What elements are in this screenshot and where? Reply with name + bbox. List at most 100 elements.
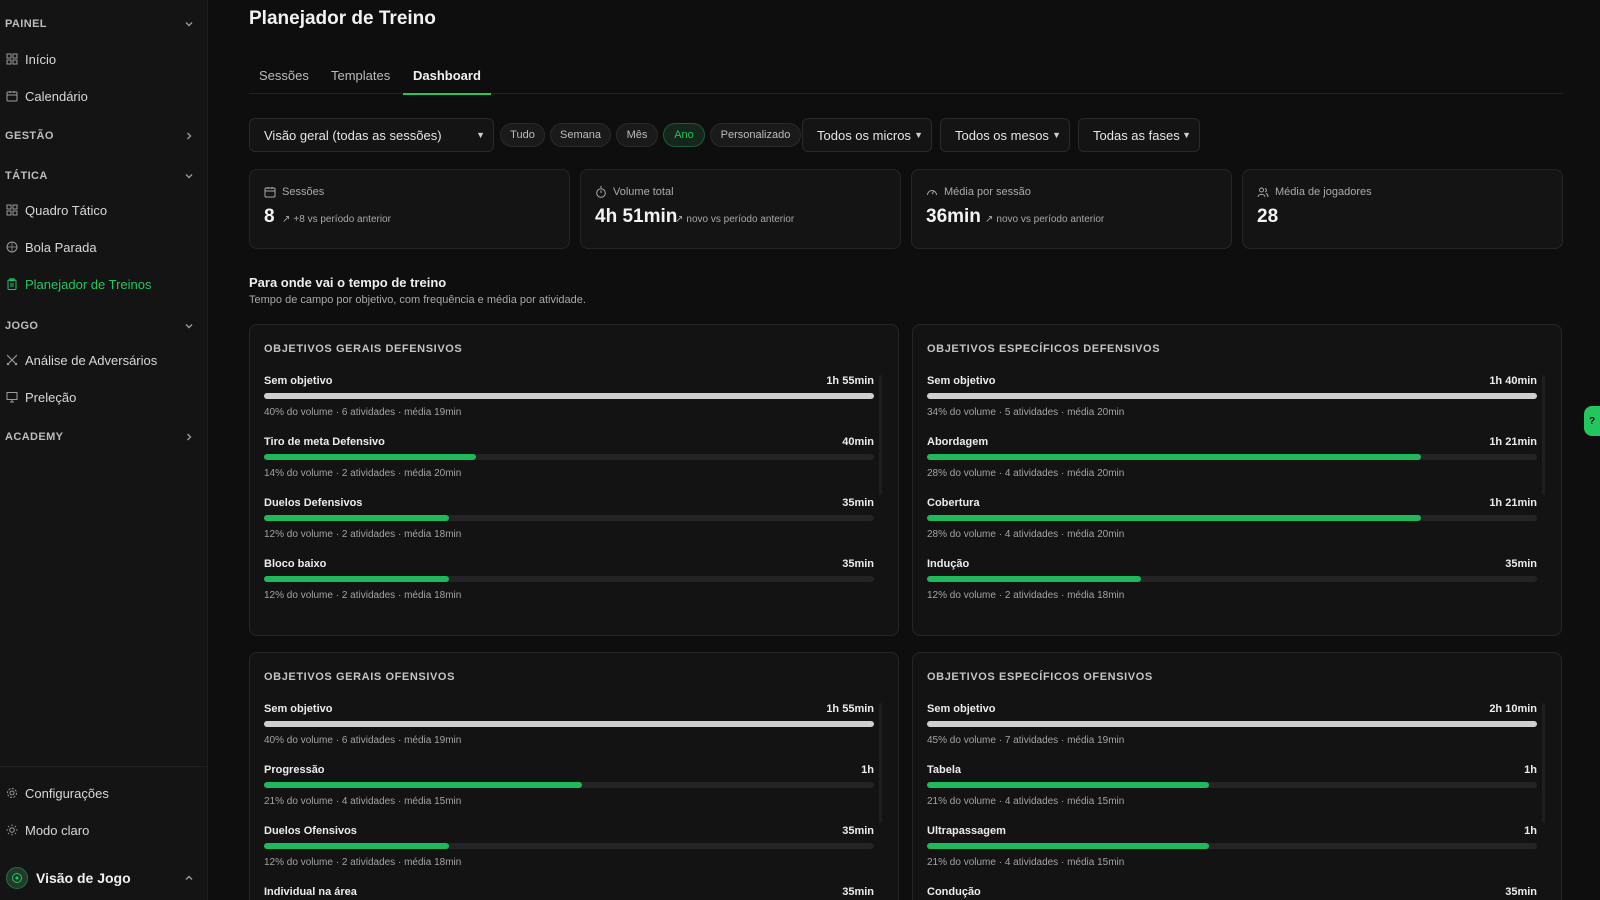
sidebar-item-inicio[interactable]: Início xyxy=(5,46,199,72)
objective-meta: 28% do volume · 4 atividades · média 20m… xyxy=(927,529,1125,540)
brand-name: Visão de Jogo xyxy=(36,870,131,886)
sidebar-item-configuracoes[interactable]: Configurações xyxy=(5,780,199,806)
users-icon xyxy=(1257,186,1269,198)
chevron-down-icon xyxy=(183,320,195,332)
progress-fill xyxy=(264,576,450,582)
workspace-switcher[interactable]: Visão de Jogo xyxy=(6,864,195,892)
objective-row: Sem objetivo 1h 55min 40% do volume · 6 at… xyxy=(264,703,874,761)
sidebar-section-gestao[interactable]: GESTÃO xyxy=(5,126,195,146)
objective-meta: 40% do volume · 6 atividades · média 19m… xyxy=(264,407,462,418)
chevron-down-icon: ▼ xyxy=(1182,130,1191,140)
period-mes[interactable]: Mês xyxy=(616,123,658,147)
sidebar: PAINEL Início Calendário GESTÃO TÁTICA Q… xyxy=(0,0,208,900)
objective-name: Indução xyxy=(927,558,970,570)
progress-fill xyxy=(264,515,450,521)
stat-value: 8 xyxy=(264,206,275,227)
sidebar-item-quadro-tatico[interactable]: Quadro Tático xyxy=(5,197,199,223)
period-tudo[interactable]: Tudo xyxy=(500,123,545,147)
section-subtitle: Tempo de campo por objetivo, com frequên… xyxy=(249,294,586,306)
objective-name: Duelos Ofensivos xyxy=(264,825,357,837)
scrollbar[interactable] xyxy=(1542,375,1545,495)
progress-fill xyxy=(927,576,1141,582)
panel-objetivos-especificos-ofensivos: OBJETIVOS ESPECÍFICOS OFENSIVOS Sem obje… xyxy=(912,652,1562,900)
tab-templates[interactable]: Templates xyxy=(331,64,390,94)
panel-title: OBJETIVOS ESPECÍFICOS DEFENSIVOS xyxy=(927,343,1161,355)
sidebar-item-prelecao[interactable]: Preleção xyxy=(5,384,199,410)
trend-up-icon: ↗ xyxy=(282,214,291,225)
objective-time: 35min xyxy=(842,886,874,898)
progress-track xyxy=(264,721,874,727)
stat-delta: ↗ +8 vs período anterior xyxy=(282,214,391,225)
progress-fill xyxy=(927,721,1537,727)
sidebar-item-planejador-de-treinos[interactable]: Planejador de Treinos xyxy=(5,271,199,297)
ball-icon xyxy=(5,240,19,254)
objective-name: Individual na área xyxy=(264,886,357,898)
objective-time: 1h 21min xyxy=(1489,497,1537,509)
objective-time: 35min xyxy=(842,558,874,570)
stat-value: 36min xyxy=(926,206,981,227)
stopwatch-icon xyxy=(595,186,607,198)
tab-sessoes[interactable]: Sessões xyxy=(259,64,309,94)
chevron-right-icon xyxy=(183,431,195,443)
objective-meta: 12% do volume · 2 atividades · média 18m… xyxy=(927,590,1125,601)
objective-meta: 12% do volume · 2 atividades · média 18m… xyxy=(264,590,462,601)
stat-delta: ↗ novo vs período anterior xyxy=(675,214,795,225)
objective-row: Bloco baixo 35min 12% do volume · 2 ativid… xyxy=(264,558,874,616)
trend-up-icon: ↗ xyxy=(675,214,684,225)
progress-track xyxy=(927,782,1537,788)
gauge-icon xyxy=(926,186,938,198)
objective-row: Tiro de meta Defensivo 40min 14% do volume… xyxy=(264,436,874,494)
objective-time: 1h 40min xyxy=(1489,375,1537,387)
progress-track xyxy=(264,843,874,849)
objective-row: Indução 35min 12% do volume · 2 atividades… xyxy=(927,558,1537,616)
stat-label: Volume total xyxy=(613,186,674,198)
sidebar-section-jogo[interactable]: JOGO xyxy=(5,316,195,336)
sidebar-item-modo-claro[interactable]: Modo claro xyxy=(5,817,199,843)
sidebar-section-tatica[interactable]: TÁTICA xyxy=(5,166,195,186)
sidebar-item-bola-parada[interactable]: Bola Parada xyxy=(5,234,199,260)
objective-row: Duelos Ofensivos 35min 12% do volume · 2 a… xyxy=(264,825,874,883)
objective-name: Cobertura xyxy=(927,497,980,509)
help-button[interactable]: ? xyxy=(1584,406,1600,436)
objective-time: 1h 21min xyxy=(1489,436,1537,448)
swords-icon xyxy=(5,353,19,367)
chevron-down-icon: ▼ xyxy=(1052,130,1061,140)
sidebar-section-painel[interactable]: PAINEL xyxy=(5,14,195,34)
objective-name: Tabela xyxy=(927,764,962,776)
chevron-down-icon: ▼ xyxy=(914,130,923,140)
grid-icon xyxy=(5,52,19,66)
panel-objetivos-gerais-ofensivos: OBJETIVOS GERAIS OFENSIVOS Sem objetivo 1… xyxy=(249,652,899,900)
objective-time: 1h xyxy=(1524,825,1537,837)
mesos-select[interactable]: Todos os mesos ▼ xyxy=(940,118,1070,152)
chevron-down-icon: ▼ xyxy=(476,130,485,140)
stat-value: 4h 51min xyxy=(595,206,678,227)
stat-card-sessoes: Sessões 8 ↗ +8 vs período anterior xyxy=(249,169,570,249)
tab-dashboard[interactable]: Dashboard xyxy=(403,64,491,95)
progress-track xyxy=(264,576,874,582)
scrollbar[interactable] xyxy=(879,375,882,495)
objective-row: Ultrapassagem 1h 21% do volume · 4 ativida… xyxy=(927,825,1537,883)
progress-fill xyxy=(264,454,477,460)
sidebar-section-academy[interactable]: ACADEMY xyxy=(5,427,195,447)
fases-select[interactable]: Todas as fases ▼ xyxy=(1078,118,1200,152)
sidebar-item-calendario[interactable]: Calendário xyxy=(5,83,199,109)
objective-meta: 21% do volume · 4 atividades · média 15m… xyxy=(264,796,462,807)
micros-select[interactable]: Todos os micros ▼ xyxy=(802,118,932,152)
stat-card-media-por-sessao: Média por sessão 36min ↗ novo vs período… xyxy=(911,169,1232,249)
period-ano[interactable]: Ano xyxy=(663,123,705,147)
stat-label: Sessões xyxy=(282,186,325,198)
sidebar-item-analise-de-adversarios[interactable]: Análise de Adversários xyxy=(5,347,199,373)
objective-time: 2h 10min xyxy=(1489,703,1537,715)
objective-time: 1h xyxy=(1524,764,1537,776)
objective-row: Cobertura 1h 21min 28% do volume · 4 ativi… xyxy=(927,497,1537,555)
period-semana[interactable]: Semana xyxy=(550,123,611,147)
progress-track xyxy=(264,393,874,399)
scrollbar[interactable] xyxy=(1542,703,1545,823)
view-select[interactable]: Visão geral (todas as sessões) ▼ xyxy=(249,118,494,152)
scrollbar[interactable] xyxy=(879,703,882,823)
period-personalizado[interactable]: Personalizado xyxy=(710,123,801,147)
help-icon: ? xyxy=(1588,415,1596,427)
objective-name: Sem objetivo xyxy=(927,703,996,715)
progress-track xyxy=(927,515,1537,521)
filters-bar: Visão geral (todas as sessões) ▼ Tudo Se… xyxy=(249,118,1563,152)
